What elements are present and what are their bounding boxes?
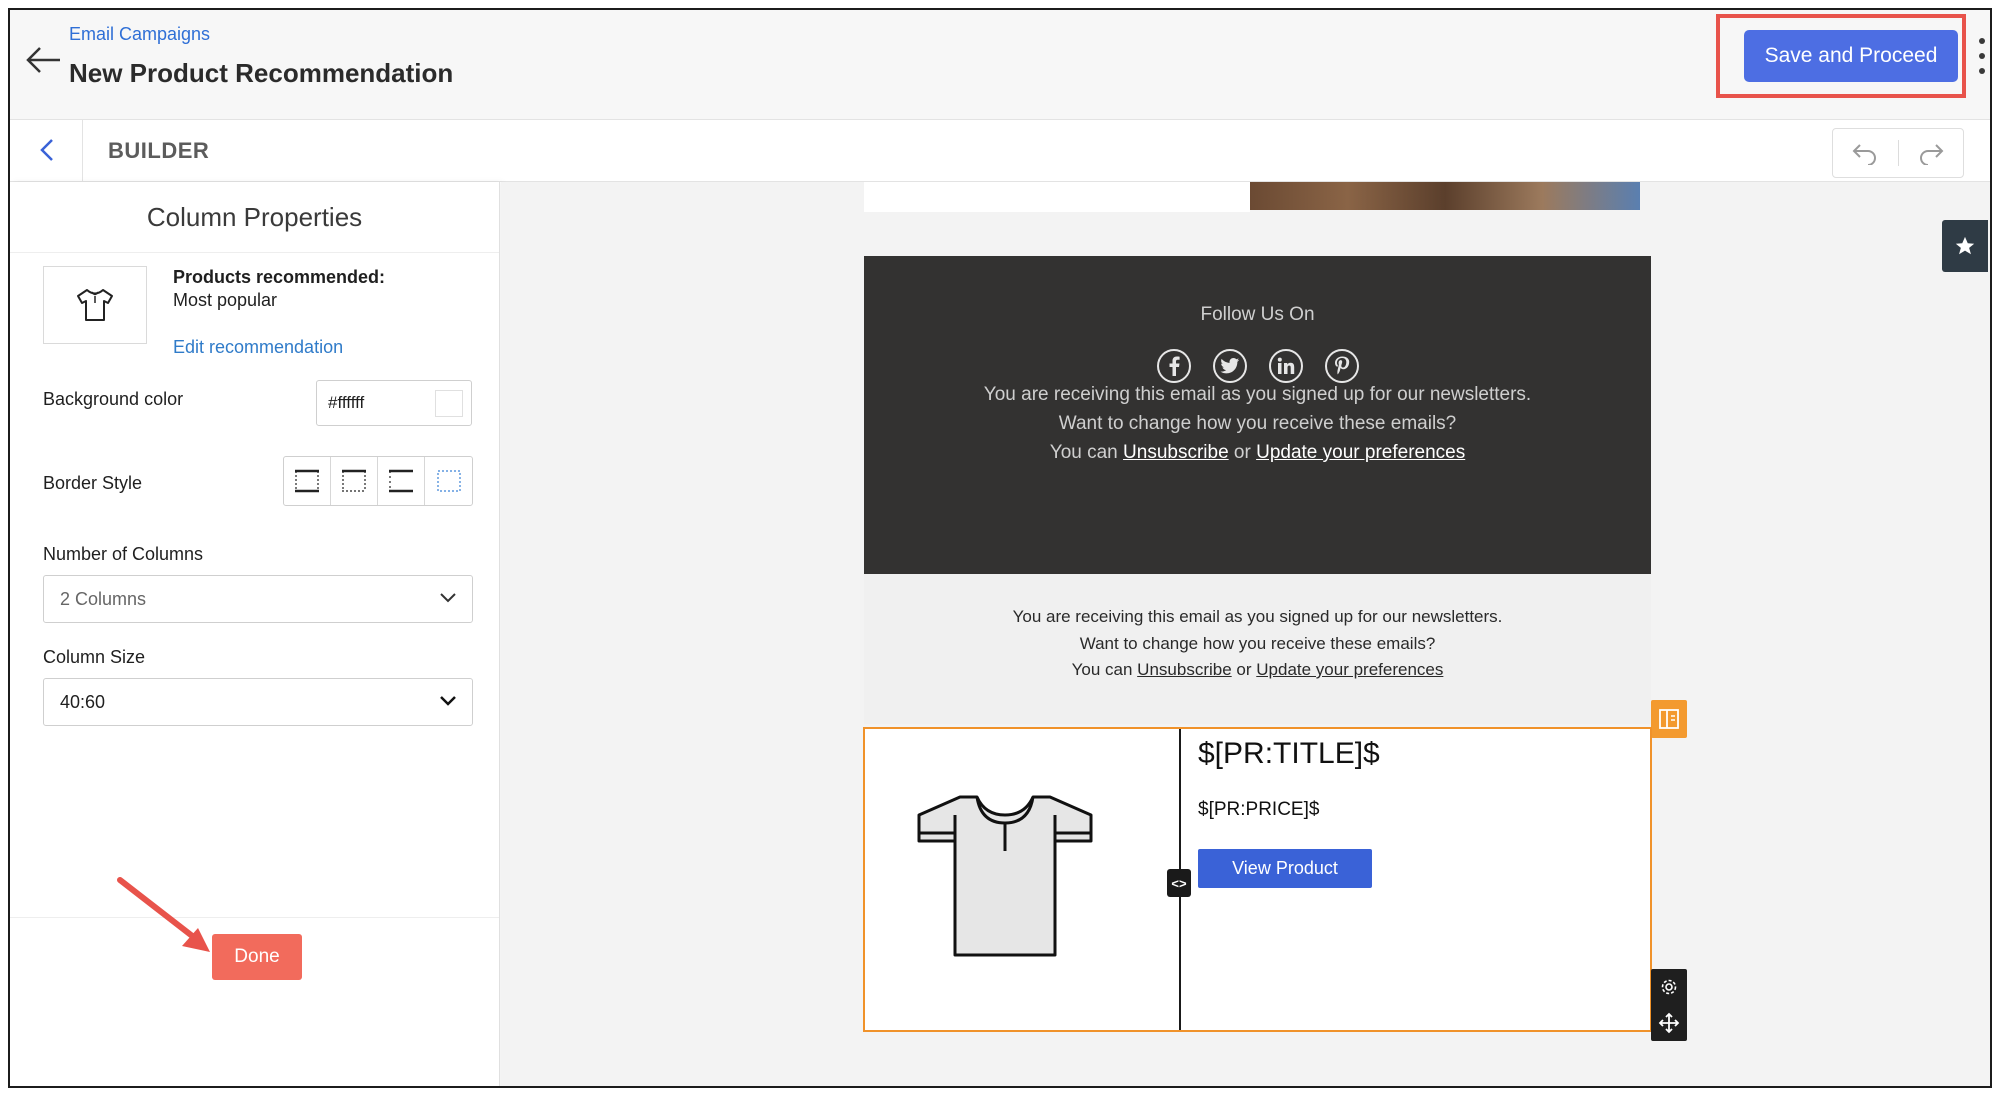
color-swatch[interactable] [435, 390, 463, 417]
top-header: Email Campaigns New Product Recommendati… [10, 10, 1990, 120]
dark-footer-line-3: You can Unsubscribe or Update your prefe… [864, 442, 1651, 464]
number-of-columns-select[interactable]: 2 Columns [43, 575, 473, 623]
light-footer-line-1: You are receiving this email as you sign… [1012, 607, 1503, 626]
you-can-text: You can [1071, 660, 1133, 679]
or-text: or [1236, 660, 1252, 679]
you-can-text: You can [1049, 442, 1118, 463]
tshirt-icon [77, 289, 113, 321]
breadcrumb-email-campaigns[interactable]: Email Campaigns [69, 24, 210, 45]
more-options-icon[interactable] [1974, 38, 1990, 74]
annotation-arrow [117, 877, 210, 952]
column-size-select[interactable]: 40:60 [43, 678, 473, 726]
chevron-down-icon [440, 593, 456, 603]
twitter-icon[interactable] [1212, 349, 1247, 383]
save-and-proceed-button[interactable]: Save and Proceed [1744, 30, 1958, 82]
undo-icon[interactable] [1833, 129, 1898, 177]
border-top-bottom-icon[interactable] [284, 457, 331, 505]
border-top-icon[interactable] [331, 457, 378, 505]
background-color-value: #ffffff [328, 393, 365, 412]
chevron-left-icon[interactable] [32, 134, 62, 166]
column-properties-panel: Column Properties Products recommended: … [10, 182, 500, 1086]
light-footer-line-2: Want to change how you receive these ema… [1079, 634, 1436, 653]
dark-footer-line-2: Want to change how you receive these ema… [1058, 413, 1457, 434]
chevron-down-icon [440, 696, 456, 706]
done-button[interactable]: Done [212, 934, 302, 980]
linkedin-icon[interactable] [1268, 349, 1303, 383]
recommendation-heading: Products recommended: [173, 267, 386, 287]
view-product-button[interactable]: View Product [1198, 849, 1372, 888]
panel-footer-divider [10, 917, 499, 918]
move-icon[interactable] [1651, 1005, 1687, 1041]
toolbar-divider [82, 120, 83, 182]
column-size-label: Column Size [43, 647, 146, 667]
product-price-placeholder: $[PR:PRICE]$ [1198, 799, 1320, 820]
redo-icon[interactable] [1899, 129, 1964, 177]
social-icons [864, 349, 1651, 383]
block-tools [1651, 969, 1687, 1041]
page-title: New Product Recommendation [69, 58, 454, 88]
border-style-options [283, 456, 473, 506]
product-recommendation-block[interactable]: <> $[PR:TITLE]$ $[PR:PRICE]$ View Produc… [863, 727, 1652, 1032]
dark-footer-line-1: You are receiving this email as you sign… [983, 384, 1532, 405]
edit-recommendation-link[interactable]: Edit recommendation [173, 337, 343, 358]
number-of-columns-label: Number of Columns [43, 544, 204, 564]
column-resize-handle[interactable]: <> [1167, 869, 1191, 897]
product-title-placeholder: $[PR:TITLE]$ [1198, 737, 1380, 770]
gear-icon[interactable] [1651, 969, 1687, 1005]
facebook-icon[interactable] [1156, 349, 1191, 383]
email-canvas: Follow Us On You are receiving this emai… [501, 182, 1990, 1086]
undo-redo-group [1832, 128, 1964, 178]
star-icon[interactable] [1942, 220, 1988, 272]
light-footer-line-3: You can Unsubscribe or Update your prefe… [864, 660, 1651, 680]
panel-title: Column Properties [146, 202, 363, 232]
unsubscribe-link[interactable]: Unsubscribe [1137, 660, 1232, 679]
update-preferences-link[interactable]: Update your preferences [1256, 442, 1465, 463]
background-color-input[interactable]: #ffffff [316, 380, 472, 426]
app-window: Email Campaigns New Product Recommendati… [8, 8, 1992, 1088]
social-footer-block[interactable]: Follow Us On You are receiving this emai… [864, 256, 1651, 574]
tshirt-image [917, 795, 1093, 957]
number-of-columns-value: 2 Columns [60, 588, 147, 609]
previous-block-column [864, 182, 1250, 212]
background-color-label: Background color [43, 389, 184, 409]
update-preferences-link[interactable]: Update your preferences [1256, 660, 1443, 679]
follow-us-heading: Follow Us On [1200, 304, 1315, 325]
product-thumbnail [43, 266, 147, 344]
builder-toolbar: BUILDER [10, 120, 1990, 182]
builder-label: BUILDER [108, 138, 210, 163]
column-size-value: 40:60 [60, 691, 106, 712]
recommendation-value: Most popular [173, 290, 278, 310]
plain-footer-block[interactable]: You are receiving this email as you sign… [864, 574, 1651, 724]
back-arrow-icon[interactable] [22, 38, 66, 82]
pinterest-icon[interactable] [1324, 349, 1359, 383]
border-none-icon[interactable] [425, 457, 472, 505]
or-text: or [1233, 442, 1251, 463]
border-style-label: Border Style [43, 473, 143, 493]
panel-divider [10, 252, 499, 253]
column-layout-icon[interactable] [1651, 700, 1687, 738]
border-bottom-icon[interactable] [378, 457, 425, 505]
unsubscribe-link[interactable]: Unsubscribe [1123, 442, 1229, 463]
previous-block-image [1250, 182, 1640, 210]
